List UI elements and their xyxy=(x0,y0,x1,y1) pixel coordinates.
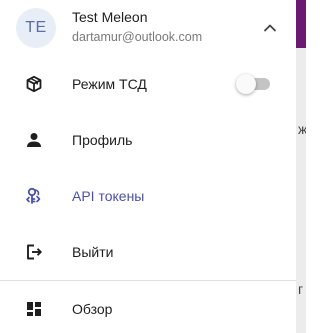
menu-item-profile[interactable]: Профиль xyxy=(0,112,296,168)
logout-icon xyxy=(24,242,44,262)
person-icon xyxy=(24,130,44,150)
account-name: Test Meleon xyxy=(72,9,148,25)
tsd-mode-toggle[interactable] xyxy=(236,74,272,94)
menu-item-label: Обзор xyxy=(72,301,113,317)
avatar: TE xyxy=(16,8,56,48)
dashboard-icon xyxy=(24,299,44,319)
navigation-drawer: TE Test Meleon dartamur@outlook.com Режи… xyxy=(0,0,296,333)
account-email: dartamur@outlook.com xyxy=(72,30,203,44)
account-header[interactable]: TE Test Meleon dartamur@outlook.com xyxy=(0,0,296,56)
app-bar-edge xyxy=(296,0,306,48)
menu-item-label: API токены xyxy=(72,188,145,204)
menu-item-label: Профиль xyxy=(72,132,133,148)
backdrop-text-fragment: ж xyxy=(298,121,306,137)
menu-item-label: Режим ТСД xyxy=(72,76,147,92)
toggle-thumb xyxy=(236,74,256,94)
menu-item-label: Выйти xyxy=(72,244,114,260)
menu-item-logout[interactable]: Выйти xyxy=(0,224,296,280)
cube-icon xyxy=(24,74,44,94)
page-backdrop-edge: ж г xyxy=(296,0,306,333)
menu-item-tsd-mode[interactable]: Режим ТСД xyxy=(0,56,296,112)
chevron-up-icon[interactable] xyxy=(258,16,282,40)
nav-item-overview[interactable]: Обзор xyxy=(0,281,296,333)
api-token-icon xyxy=(24,186,44,206)
menu-item-api-tokens[interactable]: API токены xyxy=(0,168,296,224)
backdrop-text-fragment: г xyxy=(298,281,304,297)
